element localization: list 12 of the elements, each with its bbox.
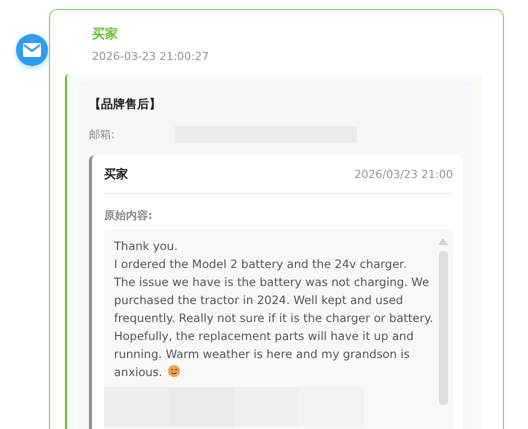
message-text: The issue we have is the battery was not charging. We purchased the tractor in 2024. Well kept and used frequently. Really not sure if it is the charger or battery. Hopefully, the replacement parts will have it up and running. Warm weather is here and my grandson is anxious. [114,274,434,381]
message-text: Thank you. [114,238,179,255]
email-label: 邮箱: [89,127,116,142]
message-time: 2026-03-23 21:00:27 [92,50,210,64]
reply-time: 2026/03/23 21:00 [354,168,453,180]
reply-sender: 买家 [104,166,128,182]
content-label: 原始内容: [104,208,154,223]
ticket-title: 【品牌售后】 [89,96,162,112]
message-text: I ordered the Model 2 battery and the 24v charger. [114,256,408,273]
mail-icon [16,34,48,66]
sender-name: 买家 [92,26,119,44]
smiley-icon [168,365,180,377]
